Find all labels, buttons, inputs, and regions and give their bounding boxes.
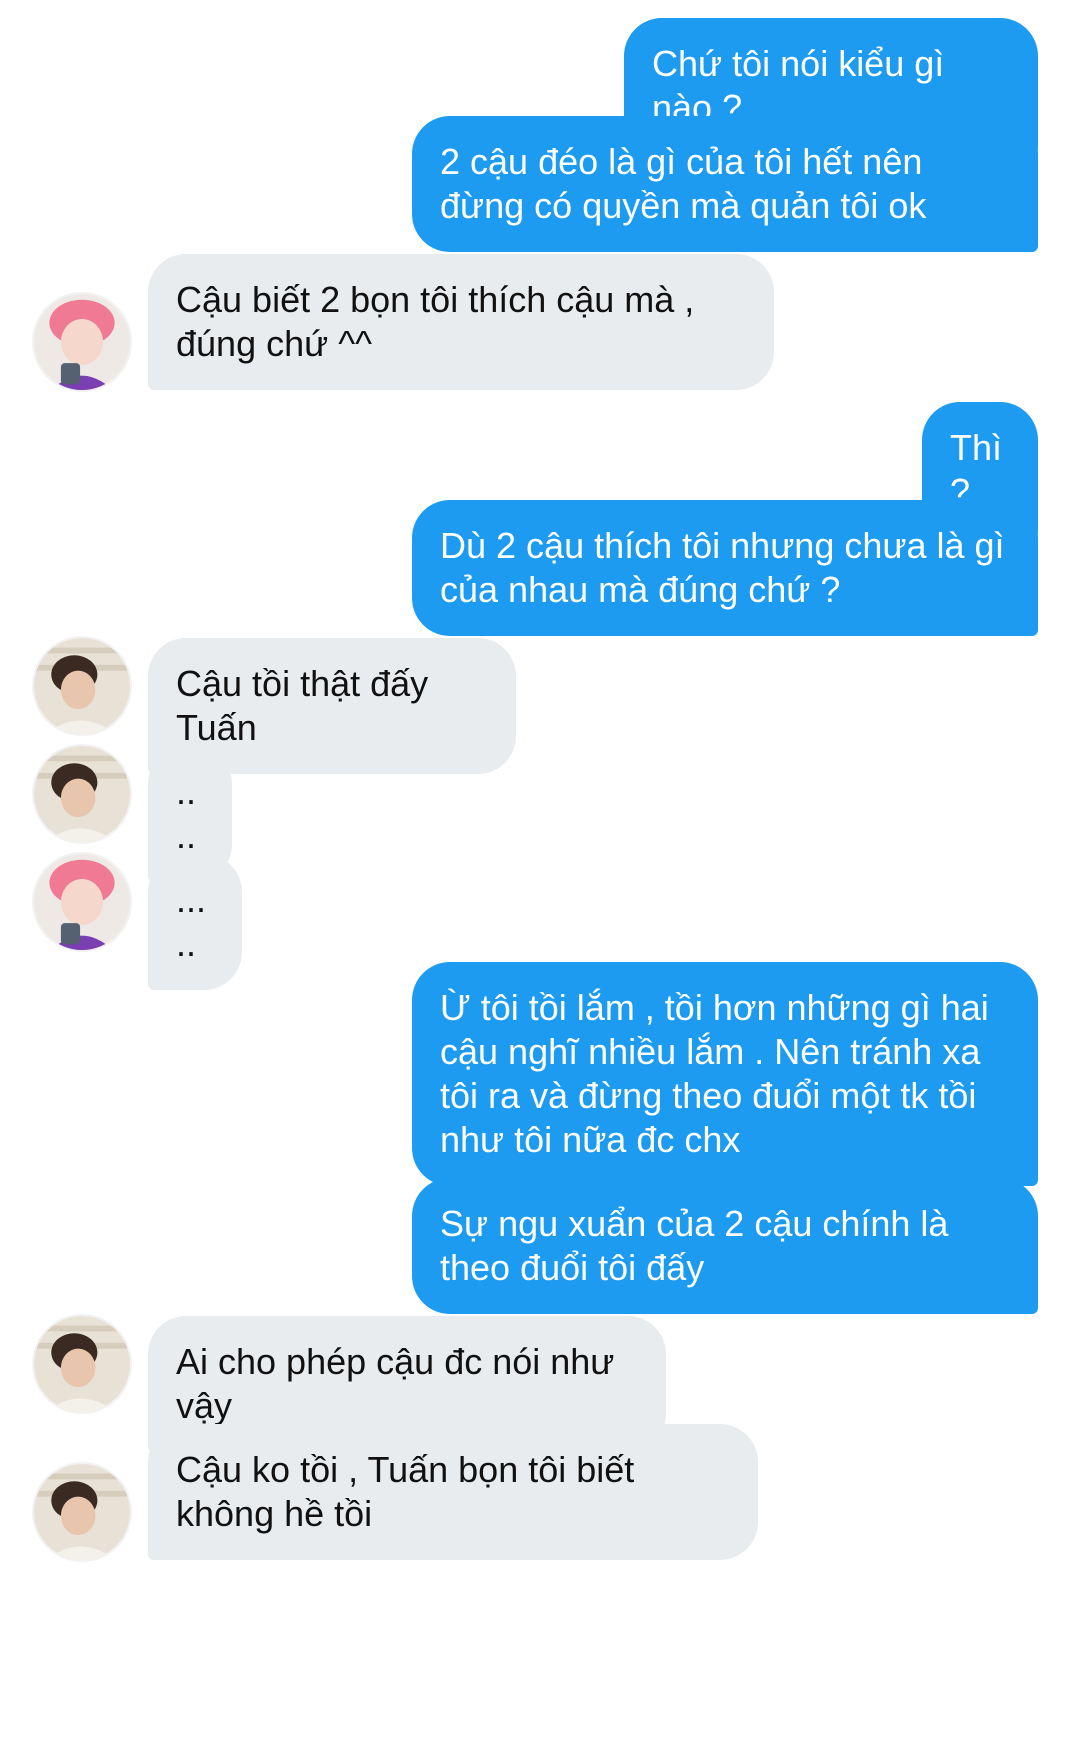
avatar-pink-hair[interactable]: [32, 852, 132, 952]
message-bubble-incoming: .....: [148, 854, 242, 990]
avatar-dark-hair[interactable]: [32, 1314, 132, 1414]
message-bubble-outgoing: Ừ tôi tồi lắm , tồi hơn những gì hai cậu…: [412, 962, 1038, 1186]
avatar-dark-hair[interactable]: [32, 1462, 132, 1562]
message-bubble-incoming: Cậu ko tồi , Tuấn bọn tôi biết không hề …: [148, 1424, 758, 1560]
message-bubble-outgoing: Dù 2 cậu thích tôi nhưng chưa là gì của …: [412, 500, 1038, 636]
avatar-dark-hair[interactable]: [32, 744, 132, 844]
message-bubble-incoming: Cậu biết 2 bọn tôi thích cậu mà , đúng c…: [148, 254, 774, 390]
chat-thread: Chứ tôi nói kiểu gì nào ? 2 cậu đéo là g…: [0, 0, 1080, 1755]
message-bubble-outgoing: Sự ngu xuẩn của 2 cậu chính là theo đuổi…: [412, 1178, 1038, 1314]
avatar-pink-hair[interactable]: [32, 292, 132, 392]
avatar-dark-hair[interactable]: [32, 636, 132, 736]
message-bubble-outgoing: 2 cậu đéo là gì của tôi hết nên đừng có …: [412, 116, 1038, 252]
